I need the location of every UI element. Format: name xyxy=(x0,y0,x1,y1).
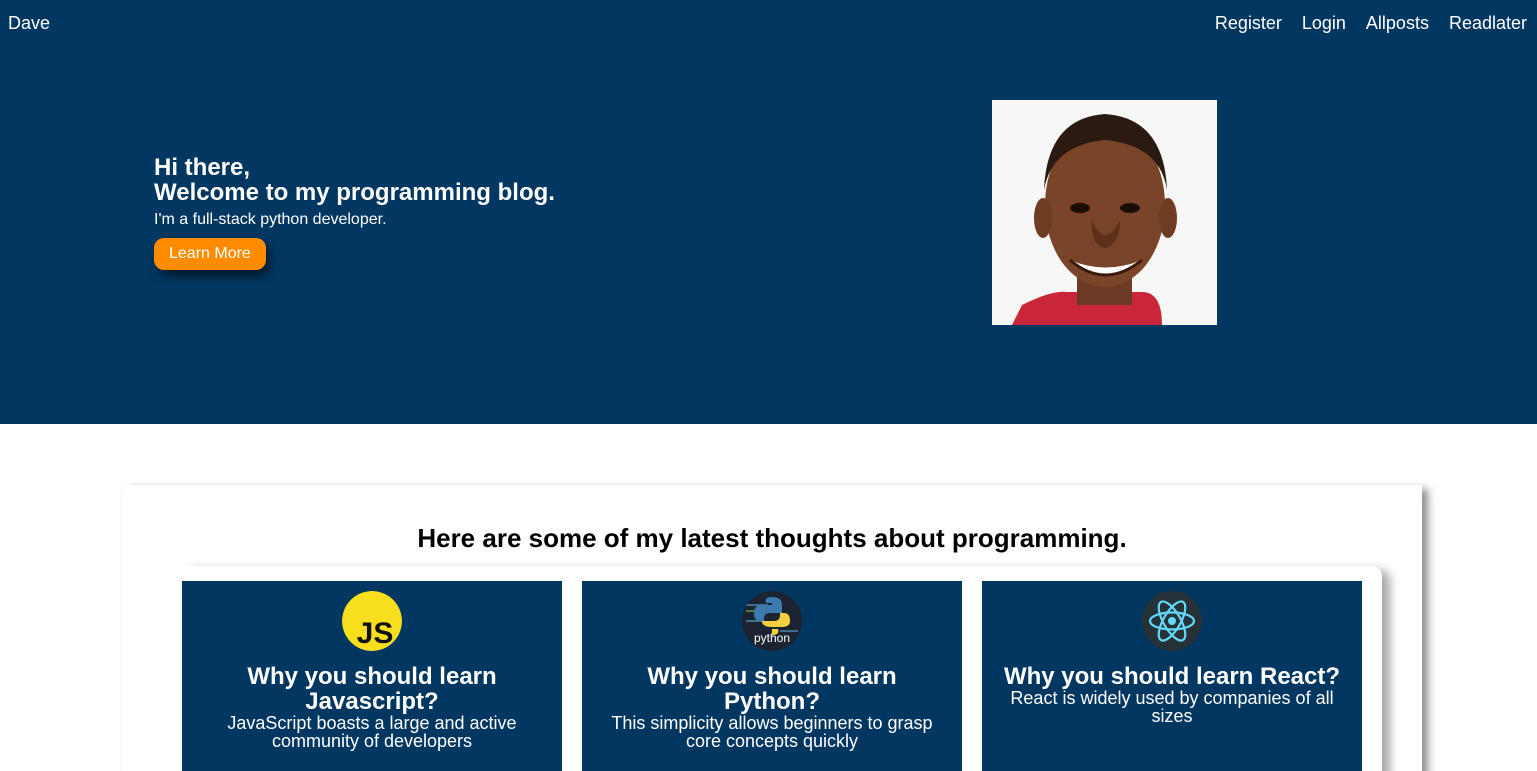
brand-name[interactable]: Dave xyxy=(8,13,50,34)
hero-text: Hi there, Welcome to my programming blog… xyxy=(154,155,555,270)
learn-more-button[interactable]: Learn More xyxy=(154,238,266,270)
nav-register-link[interactable]: Register xyxy=(1215,13,1282,34)
post-card-title[interactable]: Why you should learn Python? xyxy=(582,664,962,714)
post-card-javascript[interactable]: JS Why you should learn Javascript? Java… xyxy=(182,581,562,771)
post-card-title[interactable]: Why you should learn React? xyxy=(982,664,1362,689)
post-card-react[interactable]: Why you should learn React? React is wid… xyxy=(982,581,1362,771)
top-nav: Register Login Allposts Readlater xyxy=(1215,13,1527,34)
post-card-title[interactable]: Why you should learn Javascript? xyxy=(182,664,562,714)
hero-section: Dave Register Login Allposts Readlater H… xyxy=(0,0,1537,424)
nav-login-link[interactable]: Login xyxy=(1302,13,1346,34)
portrait-illustration xyxy=(992,100,1217,325)
latest-posts-panel: Here are some of my latest thoughts abou… xyxy=(122,485,1422,771)
svg-text:python: python xyxy=(754,631,790,645)
javascript-logo-icon: JS xyxy=(342,591,402,651)
svg-text:JS: JS xyxy=(357,617,394,650)
post-card-excerpt: React is widely used by companies of all… xyxy=(1010,688,1334,726)
python-logo-icon: python xyxy=(742,591,802,651)
post-card-python[interactable]: python Why you should learn Python? This… xyxy=(582,581,962,771)
post-card-excerpt: JavaScript boasts a large and active com… xyxy=(227,713,517,751)
react-logo-icon xyxy=(1142,591,1202,651)
hero-welcome: Welcome to my programming blog. xyxy=(154,179,555,206)
nav-allposts-link[interactable]: Allposts xyxy=(1366,13,1429,34)
profile-photo xyxy=(992,100,1217,325)
hero-greeting: Hi there, xyxy=(154,154,251,181)
hero-tagline: I'm a full-stack python developer. xyxy=(154,211,387,228)
post-card-excerpt: This simplicity allows beginners to gras… xyxy=(611,713,933,751)
nav-readlater-link[interactable]: Readlater xyxy=(1449,13,1527,34)
section-title: Here are some of my latest thoughts abou… xyxy=(417,523,1127,553)
